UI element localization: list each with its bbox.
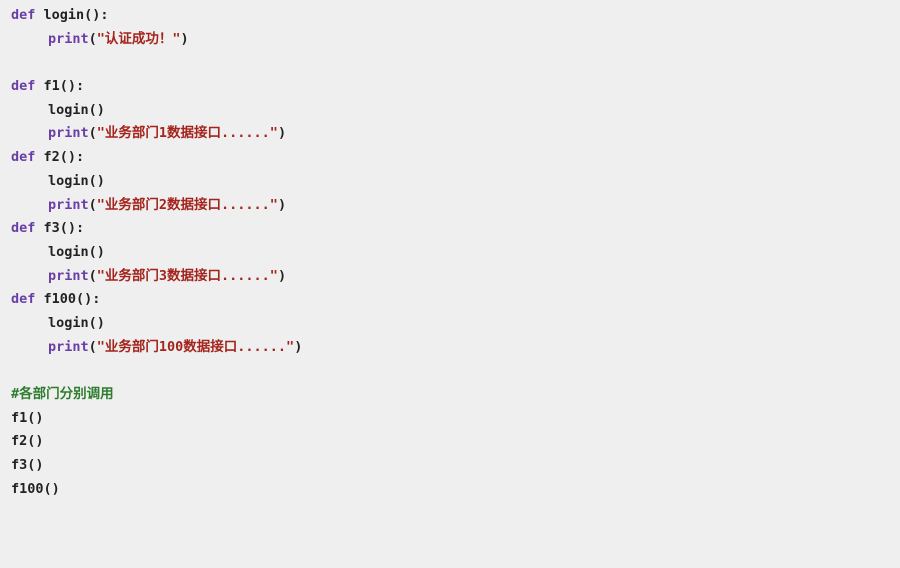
builtin-print: print [48,30,89,47]
login-call: login() [48,243,105,260]
string-literal: "业务部门2数据接口......" [96,196,278,213]
paren-close: ) [180,30,189,47]
builtin-print: print [48,267,89,284]
keyword-def: def [11,149,36,166]
code-line-call-f100: f100() [11,478,900,502]
function-call: f1() [11,409,44,426]
paren-open: ( [88,30,97,47]
paren-close: ) [277,125,287,142]
code-line-login-print: print("认证成功！") [11,28,900,52]
code-comment: #各部门分别调用 [11,386,114,402]
function-signature: f2(): [35,149,85,166]
code-line-comment: #各部门分别调用 [11,383,900,407]
code-line-call-f1: f1() [11,407,900,431]
code-line-def-f100: def f100(): [11,288,900,312]
code-line-call-f2: f2() [11,430,900,454]
builtin-print: print [48,338,89,355]
function-signature: f3(): [35,220,85,237]
login-call: login() [48,101,105,118]
paren-open: ( [88,196,97,213]
keyword-def: def [11,78,36,95]
function-signature: login(): [35,7,109,23]
builtin-print: print [48,125,89,142]
code-block: def login(): print("认证成功！") def f1(): lo… [0,0,900,568]
paren-open: ( [88,125,97,142]
code-line-def-f2: def f2(): [11,146,900,170]
code-line-f1-login: login() [11,99,900,123]
code-line-def-login: def login(): [11,4,900,28]
code-line-f3-login: login() [11,241,900,265]
string-literal: "业务部门100数据接口......" [96,338,295,355]
paren-open: ( [88,338,97,355]
builtin-print: print [48,196,89,213]
keyword-def: def [11,220,36,237]
login-call: login() [48,172,105,189]
string-literal: "业务部门1数据接口......" [96,125,278,142]
login-call: login() [48,314,105,331]
string-literal: "认证成功！" [96,30,181,47]
string-literal: "业务部门3数据接口......" [96,267,278,284]
keyword-def: def [11,7,36,23]
paren-close: ) [277,267,287,284]
code-line-f100-print: print("业务部门100数据接口......") [11,336,900,360]
paren-close: ) [294,338,303,355]
code-line-f2-login: login() [11,170,900,194]
code-line-call-f3: f3() [11,454,900,478]
code-line-def-f1: def f1(): [11,75,900,99]
function-signature: f100(): [35,291,101,308]
code-line-def-f3: def f3(): [11,217,900,241]
function-call: f100() [11,480,60,497]
function-call: f2() [11,433,44,450]
code-line-f2-print: print("业务部门2数据接口......") [11,194,900,218]
function-signature: f1(): [35,78,85,95]
paren-close: ) [277,196,287,213]
paren-open: ( [88,267,97,284]
code-line-f1-print: print("业务部门1数据接口......") [11,122,900,146]
code-line-f3-print: print("业务部门3数据接口......") [11,265,900,289]
code-line-f100-login: login() [11,312,900,336]
keyword-def: def [11,291,36,308]
function-call: f3() [11,457,44,474]
